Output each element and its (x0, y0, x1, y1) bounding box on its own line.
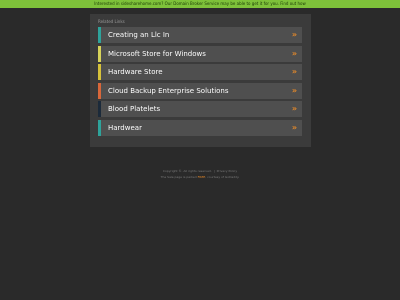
related-link-label: Creating an Llc In (108, 31, 170, 39)
double-chevron-right-icon: » (291, 48, 297, 58)
footer-notice-row: The Sale page is parked FREE, courtesy o… (0, 175, 400, 179)
double-chevron-right-icon: » (291, 67, 297, 76)
double-chevron-right-icon: » (291, 85, 297, 95)
related-link-3[interactable]: Hardware Store » (98, 64, 302, 80)
related-link-label: Cloud Backup Enterprise Solutions (108, 86, 229, 95)
privacy-policy-link[interactable]: Privacy Policy (217, 169, 237, 173)
related-link-label: Hardware Store (108, 68, 163, 76)
footer-separator: | (213, 169, 215, 173)
related-links-title: Related Links (98, 19, 125, 24)
double-chevron-right-icon: » (291, 104, 297, 113)
double-chevron-right-icon: » (291, 30, 297, 39)
copyright-text: Copyright ©. All rights reserved. (162, 169, 212, 173)
parked-notice-suffix: , courtesy of GoDaddy. (205, 175, 240, 179)
related-link-5[interactable]: Blood Platelets » (98, 101, 302, 117)
footer-copyright-row: Copyright ©. All rights reserved. | Priv… (0, 169, 400, 173)
related-link-4[interactable]: Cloud Backup Enterprise Solutions » (98, 82, 302, 99)
related-links-panel: Related Links Creating an Llc In » Micro… (90, 14, 311, 147)
parked-notice-prefix: The Sale page is parked (160, 175, 198, 179)
related-links-list: Creating an Llc In » Microsoft Store for… (98, 27, 302, 138)
related-link-label: Microsoft Store for Windows (108, 49, 206, 58)
double-chevron-right-icon: » (291, 122, 297, 132)
related-link-label: Hardwear (108, 123, 142, 132)
related-link-1[interactable]: Creating an Llc In » (98, 27, 302, 43)
related-link-2[interactable]: Microsoft Store for Windows » (98, 45, 302, 62)
related-link-label: Blood Platelets (108, 105, 161, 113)
related-link-6[interactable]: Hardwear » (98, 119, 302, 136)
domain-broker-banner[interactable]: Interested in sidesharehome.com? Our Dom… (0, 0, 400, 8)
